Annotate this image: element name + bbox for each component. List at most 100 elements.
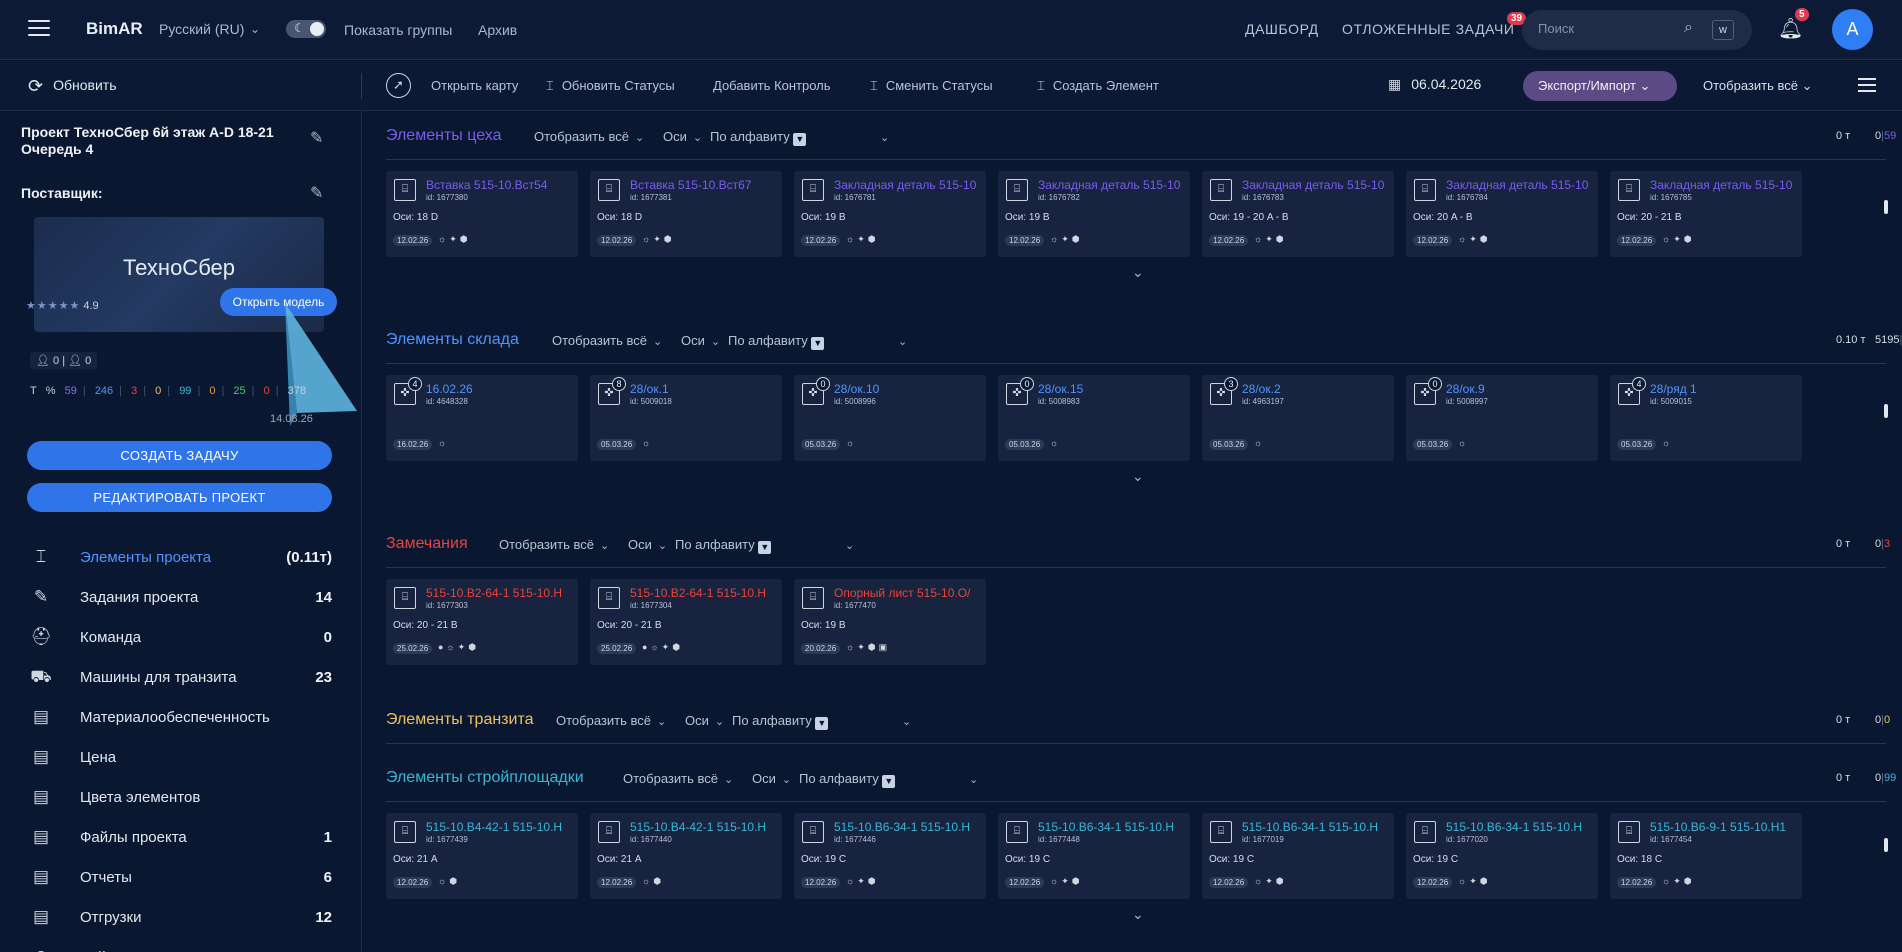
scroll-indicator[interactable]	[1884, 404, 1888, 418]
theme-toggle[interactable]: ☾	[286, 20, 326, 38]
chevron-down-icon[interactable]: ⌄	[874, 129, 893, 144]
element-card[interactable]: ⌸ 515-10.B6-34-1 515-10.H id: 1677019 Оси: …	[1202, 813, 1394, 899]
list-menu-icon[interactable]	[1858, 78, 1876, 96]
sidebar-item[interactable]: ▤ Материалообеспеченность	[0, 697, 361, 737]
archive-link[interactable]: Архив	[478, 22, 517, 38]
open-map-button[interactable]: Открыть карту	[431, 78, 518, 93]
element-card[interactable]: ✜ 4 28/ряд 1 id: 5009015 05.03.26 ☼	[1610, 375, 1802, 461]
avatar[interactable]: A	[1832, 9, 1873, 50]
element-card[interactable]: ✜ 3 28/ок.2 id: 4963197 05.03.26 ☼	[1202, 375, 1394, 461]
menu-icon[interactable]	[28, 20, 50, 38]
section-title[interactable]: Элементы стройплощадки	[386, 769, 584, 787]
element-card[interactable]: ⌸ 515-10.B6-34-1 515-10.H id: 1677448 Оси: …	[998, 813, 1190, 899]
sidebar-item[interactable]: ▤ Отчеты 6	[0, 857, 361, 897]
element-card[interactable]: ⌸ Закладная деталь 515-10 id: 1676785 Оси: …	[1610, 171, 1802, 257]
element-card[interactable]: ✜ 0 28/ок.10 id: 5008996 05.03.26 ☼	[794, 375, 986, 461]
sort-alpha-filter[interactable]: По алфавиту ▼	[675, 537, 772, 554]
edit-pencil-icon[interactable]: ✎	[310, 128, 323, 148]
sidebar-item[interactable]: ✎ Задания проекта 14	[0, 577, 361, 617]
chevron-down-icon[interactable]: ⌄	[892, 333, 911, 348]
checkbox-icon[interactable]: ▼	[758, 541, 772, 554]
expand-chevron-icon[interactable]: ⌄	[1132, 906, 1144, 923]
search-input[interactable]	[1538, 21, 1678, 36]
element-card[interactable]: ✜ 0 28/ок.15 id: 5008983 05.03.26 ☼	[998, 375, 1190, 461]
axes-filter[interactable]: Оси ⌄	[663, 129, 706, 144]
chevron-down-icon[interactable]: ⌄	[839, 537, 858, 552]
create-element-button[interactable]: ⌶ Создать Элемент	[1037, 78, 1159, 94]
sidebar-item[interactable]: ▤ Цена	[0, 737, 361, 777]
export-import-button[interactable]: Экспорт/Импорт ⌄	[1523, 71, 1677, 101]
chevron-down-icon[interactable]: ⌄	[250, 22, 260, 36]
section-title[interactable]: Элементы транзита	[386, 711, 534, 729]
element-card[interactable]: ⌸ 515-10.B6-34-1 515-10.H id: 1677020 Оси: …	[1406, 813, 1598, 899]
axes-filter[interactable]: Оси ⌄	[752, 771, 795, 786]
checkbox-icon[interactable]: ▼	[793, 133, 807, 146]
scroll-indicator[interactable]	[1884, 200, 1888, 214]
edit-pencil-icon[interactable]: ✎	[310, 183, 323, 203]
show-all-filter[interactable]: Отобразить всё ⌄	[623, 771, 737, 786]
section-title[interactable]: Элементы склада	[386, 331, 519, 349]
axes-filter[interactable]: Оси ⌄	[685, 713, 728, 728]
date-picker[interactable]: ▦ 06.04.2026	[1388, 76, 1481, 93]
sidebar-item[interactable]: ⌶ Элементы проекта (0.11т)	[0, 537, 361, 577]
sort-alpha-filter[interactable]: По алфавиту ▼	[728, 333, 825, 350]
card-date: 12.02.26	[801, 877, 841, 888]
chevron-down-icon[interactable]: ⌄	[896, 713, 915, 728]
show-all-filter[interactable]: Отобразить всё ⌄	[552, 333, 666, 348]
element-card[interactable]: ⌸ 515-10.B4-42-1 515-10.H id: 1677440 Оси: …	[590, 813, 782, 899]
search-icon[interactable]: ⌕	[1684, 19, 1693, 37]
sidebar-item[interactable]: ▤ Цвета элементов	[0, 777, 361, 817]
sort-alpha-filter[interactable]: По алфавиту ▼	[732, 713, 829, 730]
show-all-dropdown[interactable]: Отобразить всё ⌄	[1703, 78, 1813, 94]
checkbox-icon[interactable]: ▼	[811, 337, 825, 350]
checkbox-icon[interactable]: ▼	[815, 717, 829, 730]
sidebar-item[interactable]: ▤ Отгрузки 12	[0, 897, 361, 937]
element-card[interactable]: ⌸ 515-10.B4-42-1 515-10.H id: 1677439 Оси: …	[386, 813, 578, 899]
language-select[interactable]: Русский (RU)	[159, 21, 244, 37]
section-title[interactable]: Элементы цеха	[386, 127, 501, 145]
scroll-indicator[interactable]	[1884, 838, 1888, 852]
sidebar-item[interactable]: ⛑︎ Команда 0	[0, 617, 361, 657]
element-card[interactable]: ⌸ Закладная деталь 515-10 id: 1676784 Оси: …	[1406, 171, 1598, 257]
element-card[interactable]: ⌸ Закладная деталь 515-10 id: 1676782 Оси: …	[998, 171, 1190, 257]
axes-filter[interactable]: Оси ⌄	[628, 537, 671, 552]
app-logo[interactable]: BimAR	[86, 19, 143, 39]
element-card[interactable]: ⌸ Закладная деталь 515-10 id: 1676783 Оси: …	[1202, 171, 1394, 257]
checkbox-icon[interactable]: ▼	[882, 775, 896, 788]
status-icons: ☼	[1662, 438, 1674, 448]
chevron-down-icon[interactable]: ⌄	[963, 771, 982, 786]
change-statuses-button[interactable]: ⌶ Сменить Статусы	[870, 78, 993, 94]
show-groups-link[interactable]: Показать группы	[344, 22, 452, 38]
element-card[interactable]: ⌸ 515-10.B6-34-1 515-10.H id: 1677446 Оси: …	[794, 813, 986, 899]
show-all-filter[interactable]: Отобразить всё ⌄	[556, 713, 670, 728]
element-card[interactable]: ✜ 4 16.02.26 id: 4648328 16.02.26 ☼	[386, 375, 578, 461]
sidebar-item[interactable]: ⛟ Машины для транзита 23	[0, 657, 361, 697]
sort-alpha-filter[interactable]: По алфавиту ▼	[799, 771, 896, 788]
refresh-button[interactable]: ⟳ Обновить	[28, 76, 116, 97]
element-card[interactable]: ✜ 8 28/ок.1 id: 5009018 05.03.26 ☼	[590, 375, 782, 461]
element-card[interactable]: ⌸ Закладная деталь 515-10 id: 1676781 Оси: …	[794, 171, 986, 257]
add-control-button[interactable]: Добавить Контроль	[713, 78, 831, 93]
sort-alpha-filter[interactable]: По алфавиту ▼	[710, 129, 807, 146]
sidebar-item[interactable]: ▤ Файлы проекта 1	[0, 817, 361, 857]
show-all-filter[interactable]: Отобразить всё ⌄	[499, 537, 613, 552]
element-card[interactable]: ✜ 0 28/ок.9 id: 5008997 05.03.26 ☼	[1406, 375, 1598, 461]
element-card[interactable]: ⌸ 515-10.B2-64-1 515-10.H id: 1677303 Оси: …	[386, 579, 578, 665]
dashboard-link[interactable]: ДАШБОРД	[1245, 21, 1319, 37]
expand-chevron-icon[interactable]: ⌄	[1132, 264, 1144, 281]
element-card[interactable]: ⌸ Вставка 515-10.Вст54 id: 1677380 Оси: 18 …	[386, 171, 578, 257]
element-card[interactable]: ⌸ 515-10.B6-9-1 515-10.H1 id: 1677454 Оси: …	[1610, 813, 1802, 899]
element-card[interactable]: ⌸ 515-10.B2-64-1 515-10.H id: 1677304 Оси: …	[590, 579, 782, 665]
element-card[interactable]: ⌸ Опорный лист 515-10.О/id: 1677470 Оси: 1…	[794, 579, 986, 665]
create-task-button[interactable]: СОЗДАТЬ ЗАДАЧУ	[27, 441, 332, 470]
update-statuses-button[interactable]: ⌶ Обновить Статусы	[546, 78, 675, 94]
axes-filter[interactable]: Оси ⌄	[681, 333, 724, 348]
edit-project-button[interactable]: РЕДАКТИРОВАТЬ ПРОЕКТ	[27, 483, 332, 512]
show-all-filter[interactable]: Отобразить всё ⌄	[534, 129, 648, 144]
section-title[interactable]: Замечания	[386, 535, 468, 553]
expand-chevron-icon[interactable]: ⌄	[1132, 468, 1144, 485]
sidebar-item[interactable]: ◎Рейсы	[0, 937, 361, 952]
element-card[interactable]: ⌸ Вставка 515-10.Вст67 id: 1677381 Оси: 18 …	[590, 171, 782, 257]
compass-icon[interactable]: ➚	[386, 73, 411, 98]
deferred-tasks-link[interactable]: ОТЛОЖЕННЫЕ ЗАДАЧИ	[1342, 21, 1515, 37]
